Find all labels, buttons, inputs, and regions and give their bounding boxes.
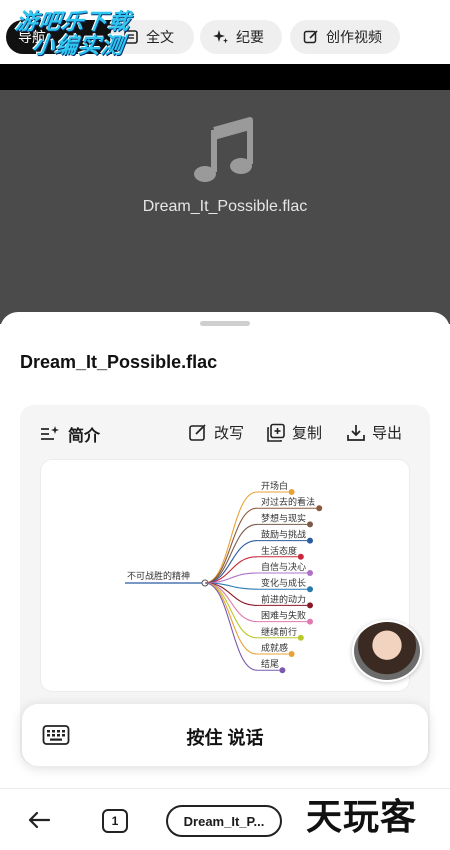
watermark-line2: 小编实测 (30, 33, 127, 58)
mind-map-branch-node[interactable] (297, 553, 304, 560)
watermark-line1: 游吧乐下载 (14, 9, 133, 34)
mind-map-branch-label[interactable]: 结尾 (261, 658, 279, 670)
mind-map-branch-node[interactable] (307, 537, 313, 544)
bottom-nav-bar: 1 Dream_It_P... 天玩客 (0, 788, 450, 850)
tab-minutes[interactable]: 纪要 (200, 20, 282, 54)
edit-icon (302, 28, 320, 46)
hold-to-talk-button[interactable]: 按住 说话 (22, 704, 428, 766)
sheet-title: Dream_It_Possible.flac (20, 352, 218, 372)
export-button[interactable]: 导出 (346, 422, 402, 443)
mind-map-branch-label[interactable]: 梦想与现实 (261, 512, 306, 524)
current-page-pill[interactable]: Dream_It_P... (166, 805, 282, 837)
summary-card-header: 简介 改写 复制 导出 (20, 405, 430, 455)
mind-map-branch-line (204, 523, 258, 584)
mind-map-branches: 开场白对过去的看法梦想与现实鼓励与挑战生活态度自信与决心变化与成长前进的动力困难… (204, 480, 323, 674)
export-label: 导出 (372, 425, 403, 442)
mind-map-branch-line (204, 582, 258, 639)
download-icon (346, 423, 366, 443)
edit-icon (188, 423, 208, 443)
mind-map-branch-label[interactable]: 成就感 (261, 642, 288, 654)
mind-map-branch-label[interactable]: 继续前行 (261, 626, 297, 638)
mind-map-branch-node[interactable] (288, 651, 295, 657)
sparkle-icon (212, 28, 230, 46)
ai-list-icon (40, 425, 60, 443)
mind-map-root-label: 不可战胜的精神 (127, 570, 190, 582)
mind-map-branch-node[interactable] (307, 586, 313, 593)
tab-count: 1 (111, 814, 119, 828)
mind-map-branch-label[interactable]: 前进的动力 (261, 593, 306, 605)
copy-icon (266, 423, 286, 443)
current-page-label: Dream_It_P... (183, 813, 265, 829)
player-file-name: Dream_It_Possible.flac (142, 198, 308, 215)
hold-to-talk-label: 按住 说话 (186, 728, 264, 748)
mind-map-branch-label[interactable]: 鼓励与挑战 (261, 529, 306, 541)
mind-map-branch-label[interactable]: 自信与决心 (261, 561, 306, 573)
tab-create-video[interactable]: 创作视频 (290, 20, 400, 54)
mind-map-branch-label[interactable]: 困难与失败 (261, 610, 306, 622)
tab-minutes-label: 纪要 (236, 29, 264, 45)
copy-label: 复制 (292, 425, 323, 442)
mind-map-branch-node[interactable] (307, 618, 313, 625)
mind-map-branch-line (204, 507, 258, 584)
rewrite-button[interactable]: 改写 (188, 422, 244, 443)
watermark-logo: 游吧乐下载 小编实测 (11, 9, 158, 58)
top-tab-bar: 导航 全文 纪要 创作视频 游吧乐下载 小编实测 (0, 0, 450, 64)
mind-map-branch-label[interactable]: 生活态度 (261, 545, 297, 557)
assistant-avatar[interactable] (352, 620, 422, 682)
mind-map-branch-line (204, 582, 258, 671)
tab-create-video-label: 创作视频 (326, 29, 382, 45)
player-top-band (0, 64, 450, 90)
back-button[interactable] (26, 807, 52, 833)
brand-watermark: 天玩客 (306, 796, 418, 838)
mind-map-branch-label[interactable]: 变化与成长 (261, 577, 306, 589)
mind-map-branch-node[interactable] (297, 634, 304, 641)
rewrite-label: 改写 (214, 425, 245, 442)
sheet-drag-handle[interactable] (200, 321, 250, 326)
summary-heading: 简介 (40, 422, 100, 446)
mind-map-branch-node[interactable] (316, 505, 323, 512)
music-note-icon (190, 116, 260, 186)
summary-label: 简介 (68, 428, 101, 445)
tab-switcher-button[interactable]: 1 (102, 809, 128, 833)
arrow-left-icon (28, 811, 51, 829)
mind-map-branch-label[interactable]: 开场白 (261, 480, 288, 492)
mind-map-branch-node[interactable] (307, 602, 313, 609)
mind-map-branch-node[interactable] (307, 521, 313, 528)
copy-button[interactable]: 复制 (266, 422, 322, 443)
mind-map-branch-label[interactable]: 对过去的看法 (261, 496, 315, 508)
audio-player[interactable]: Dream_It_Possible.flac (0, 64, 450, 324)
mind-map-branch-node[interactable] (288, 489, 295, 495)
mind-map-branch-node[interactable] (279, 667, 286, 674)
mind-map-branch-node[interactable] (307, 570, 313, 576)
